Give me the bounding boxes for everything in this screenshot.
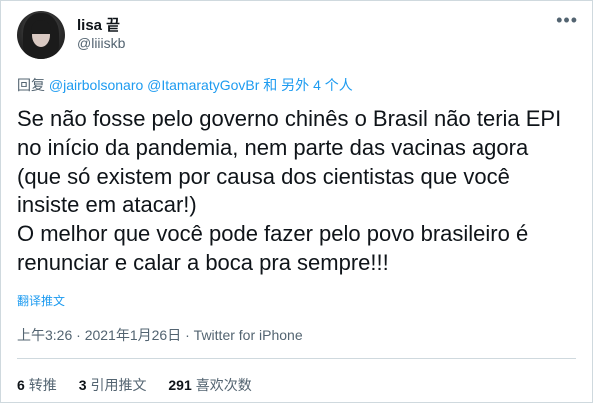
tweet-line: O melhor que você pode fazer pelo povo b… [17,221,529,247]
tweet-card: lisa 끝 @liiiskb ••• 回复 @jairbolsonaro @I… [0,0,593,403]
tweet-line: (que só existem por causa dos cientistas… [17,163,510,189]
reply-others[interactable]: 和 另外 4 个人 [263,77,352,93]
avatar-fringe [31,20,51,34]
mention-jairbolsonaro[interactable]: @jairbolsonaro [49,77,143,93]
mention-itamaratygovbr[interactable]: @ItamaratyGovBr [147,77,259,93]
avatar[interactable] [17,11,65,59]
reply-prefix: 回复 [17,77,45,93]
more-icon[interactable]: ••• [556,11,578,29]
retweets-stat[interactable]: 6 转推 [17,375,57,395]
author-handle[interactable]: @liiiskb [77,35,125,51]
translate-tweet-link[interactable]: 翻译推文 [17,292,65,309]
tweet-line: Se não fosse pelo governo chinês o Brasi… [17,106,562,131]
tweet-text: Se não fosse pelo governo chinês o Brasi… [17,105,582,278]
meta-separator: · [76,327,81,343]
quotes-label: 引用推文 [90,377,147,393]
meta-separator: · [185,327,190,343]
likes-count: 291 [168,377,192,393]
tweet-source[interactable]: Twitter for iPhone [194,327,303,343]
retweets-count: 6 [17,377,25,393]
divider [17,358,576,359]
tweet-stats: 6 转推 3 引用推文 291 喜欢次数 [17,375,270,395]
tweet-line: insiste em atacar!) [17,192,197,218]
quotes-stat[interactable]: 3 引用推文 [79,375,147,395]
replying-to: 回复 @jairbolsonaro @ItamaratyGovBr 和 另外 4… [17,75,353,95]
tweet-meta: 上午3:26 · 2021年1月26日 · Twitter for iPhone [17,325,303,345]
likes-label: 喜欢次数 [195,377,252,393]
tweet-line: no início da pandemia, nem parte das vac… [17,134,529,160]
author-name[interactable]: lisa 끝 [77,14,120,35]
tweet-date[interactable]: 2021年1月26日 [85,327,182,343]
tweet-line: renunciar e calar a boca pra sempre!!! [17,249,389,275]
retweets-label: 转推 [28,377,57,393]
quotes-count: 3 [78,377,87,393]
likes-stat[interactable]: 291 喜欢次数 [168,375,251,395]
tweet-time[interactable]: 上午3:26 [17,327,72,343]
